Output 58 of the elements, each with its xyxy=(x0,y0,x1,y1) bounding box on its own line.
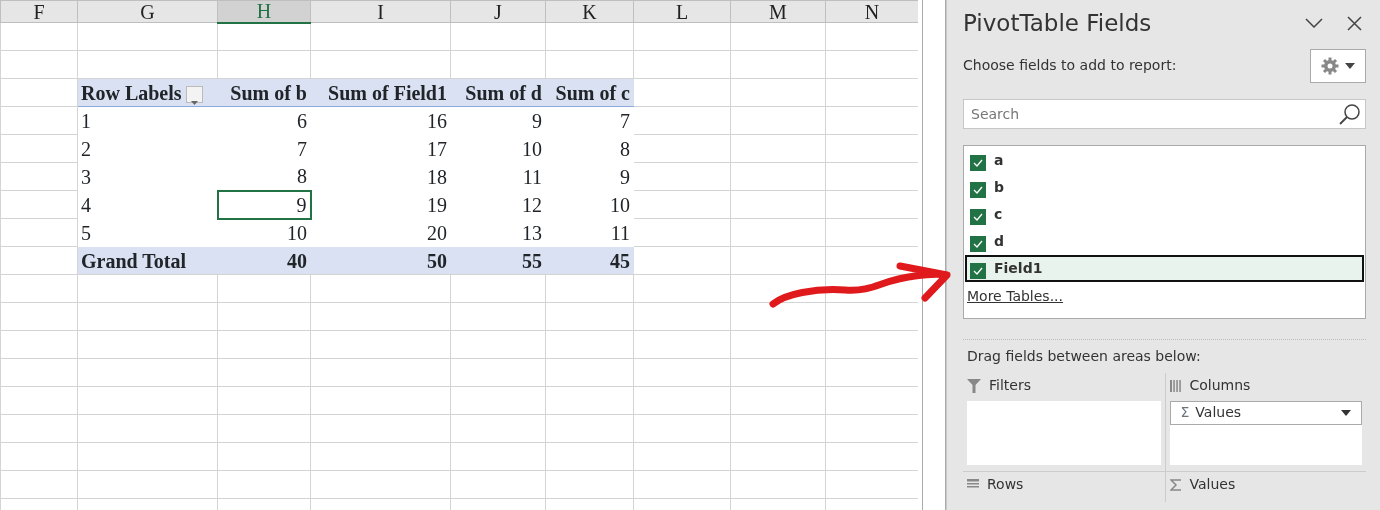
column-header-cell: Sum of d xyxy=(450,78,546,107)
filter-icon xyxy=(967,378,981,393)
column-header[interactable]: F xyxy=(0,0,78,23)
total-cell: 45 xyxy=(545,246,634,275)
column-header-cell: Sum of c xyxy=(545,78,634,107)
field-item[interactable]: b xyxy=(965,173,1364,201)
column-header[interactable]: G xyxy=(77,0,218,23)
field-item[interactable]: c xyxy=(965,200,1364,228)
close-icon[interactable] xyxy=(1347,15,1362,31)
field-item[interactable]: d xyxy=(965,227,1364,255)
panel-title: PivotTable Fields xyxy=(963,9,1152,38)
column-header[interactable]: H xyxy=(217,0,311,23)
column-header-cell: Sum of b xyxy=(217,78,311,107)
row-label: 3 xyxy=(77,162,218,191)
value-cell: 7 xyxy=(545,106,634,135)
total-cell: 40 xyxy=(217,246,311,275)
area-label: Values xyxy=(1189,475,1236,494)
columns-icon xyxy=(1169,379,1182,392)
area-label: Rows xyxy=(987,475,1024,494)
column-header[interactable]: N xyxy=(825,0,918,23)
drop-area[interactable]: Σ Values xyxy=(1169,400,1362,465)
search-field[interactable]: Search xyxy=(963,98,1366,129)
row-label: 5 xyxy=(77,218,218,247)
checkbox[interactable] xyxy=(970,179,986,195)
gear-icon xyxy=(1321,56,1339,75)
checkbox[interactable] xyxy=(970,233,986,249)
caret-icon xyxy=(1341,409,1351,416)
caret-icon xyxy=(1345,62,1355,69)
column-header-cell: Sum of Field1 xyxy=(310,78,451,107)
checkbox[interactable] xyxy=(970,152,986,168)
checkbox[interactable] xyxy=(970,206,986,222)
drag-hint: Drag fields between areas below: xyxy=(966,346,1202,366)
checkbox[interactable] xyxy=(970,260,986,276)
filter-dropdown-button[interactable] xyxy=(185,86,203,104)
panel-subtitle: Choose fields to add to report: xyxy=(963,56,1177,75)
column-header[interactable]: I xyxy=(310,0,451,23)
column-label: Row Labels xyxy=(81,81,182,104)
total-cell: 50 xyxy=(310,246,451,275)
area-label: Columns xyxy=(1189,376,1251,395)
area-item[interactable]: Σ Values xyxy=(1169,400,1362,425)
column-header[interactable]: K xyxy=(545,0,634,23)
column-header[interactable]: J xyxy=(450,0,546,23)
rows-icon xyxy=(967,478,979,491)
field-item[interactable]: a xyxy=(965,146,1364,174)
area-label: Filters xyxy=(989,376,1031,395)
field-item[interactable]: Field1 xyxy=(965,254,1364,282)
scroll-bar[interactable] xyxy=(922,0,946,510)
column-header[interactable]: L xyxy=(633,0,731,23)
total-label: Grand Total xyxy=(77,246,218,275)
row-label: 1 xyxy=(77,106,218,135)
value-cell: 9 xyxy=(217,190,311,219)
collapse-icon[interactable] xyxy=(1305,18,1323,29)
settings-button[interactable] xyxy=(1310,48,1366,83)
sigma-icon xyxy=(1169,478,1182,491)
column-header[interactable]: M xyxy=(730,0,826,23)
search-icon xyxy=(1339,102,1361,125)
total-cell: 55 xyxy=(450,246,546,275)
more-tables-link[interactable]: More Tables... xyxy=(965,281,1065,311)
